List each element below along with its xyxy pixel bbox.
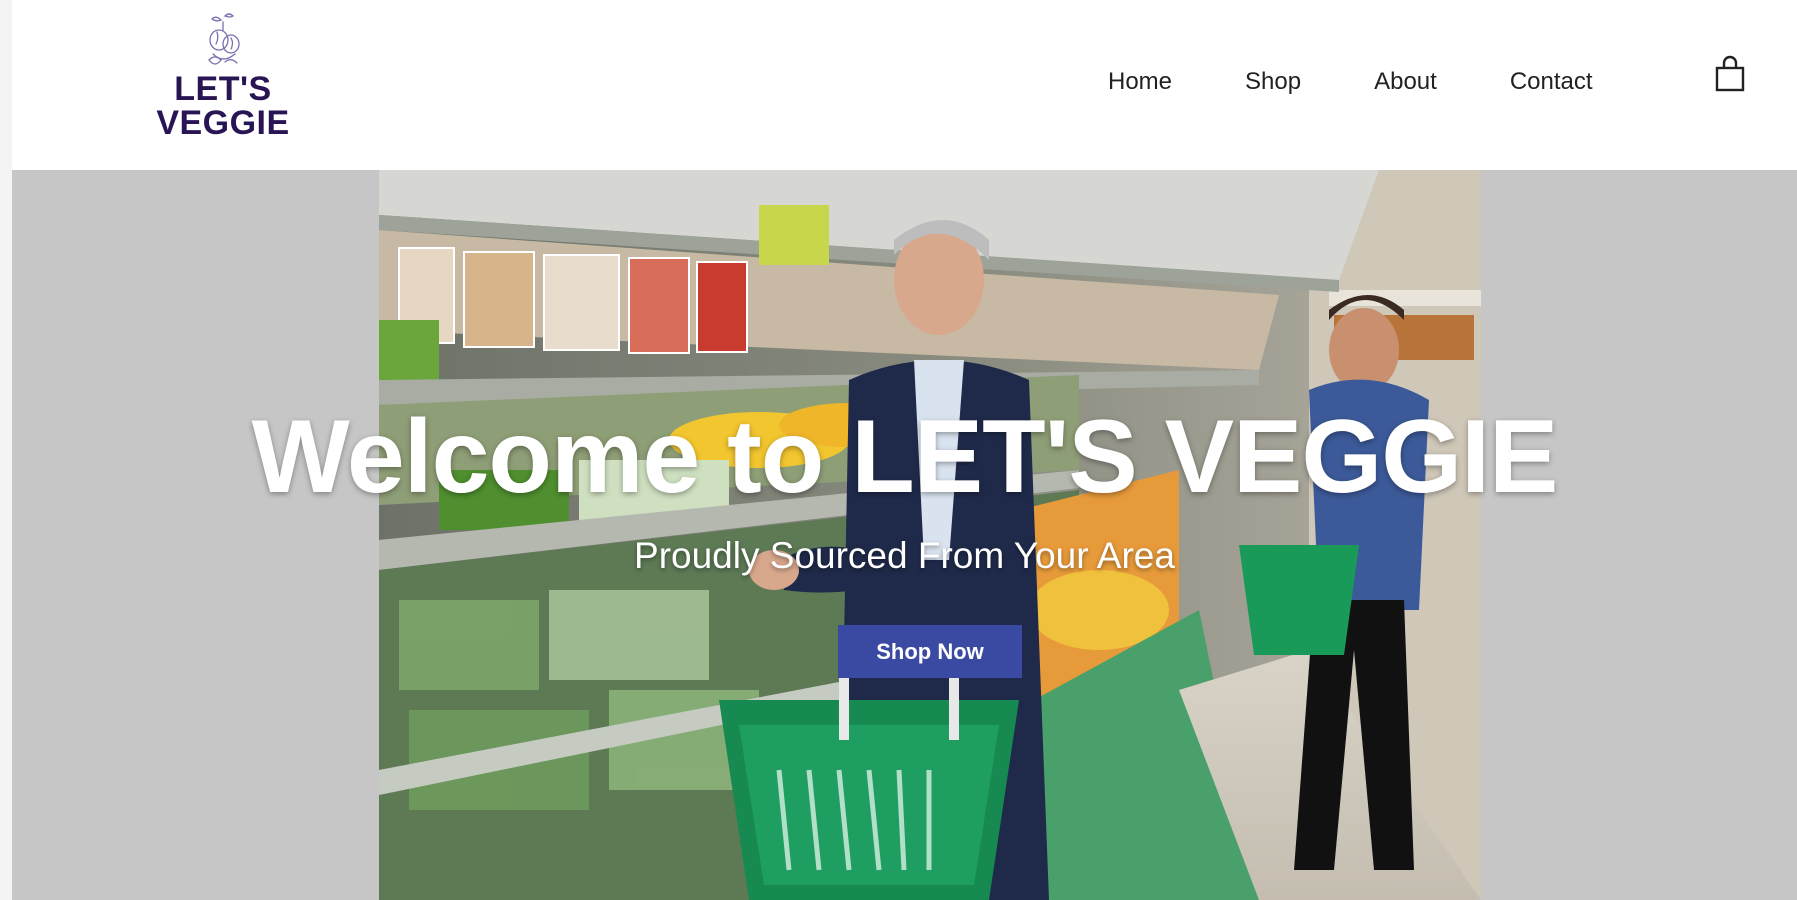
nav-shop[interactable]: Shop bbox=[1245, 68, 1301, 96]
page: LET'S VEGGIE Home Shop About Contact Wel… bbox=[0, 0, 1797, 900]
brand-name-line2: VEGGIE bbox=[156, 104, 290, 142]
window-edge bbox=[0, 0, 12, 900]
hero-subtitle: Proudly Sourced From Your Area bbox=[634, 535, 1175, 576]
brand-name-line1: LET'S bbox=[174, 70, 272, 108]
site-header: LET'S VEGGIE Home Shop About Contact bbox=[12, 0, 1797, 170]
main-nav: Home Shop About Contact bbox=[1108, 62, 1593, 102]
shopping-bag-icon[interactable] bbox=[1712, 54, 1748, 94]
nav-contact[interactable]: Contact bbox=[1510, 68, 1593, 96]
site-logo[interactable]: LET'S VEGGIE bbox=[134, 10, 312, 160]
vegetable-sketch-icon bbox=[208, 13, 240, 65]
hero-banner: Welcome to LET'S VEGGIE Proudly Sourced … bbox=[12, 170, 1797, 900]
hero-title: Welcome to LET'S VEGGIE bbox=[251, 399, 1559, 515]
shop-now-button[interactable]: Shop Now bbox=[838, 625, 1022, 678]
brand-name: LET'S VEGGIE bbox=[134, 72, 312, 140]
nav-about[interactable]: About bbox=[1374, 68, 1437, 96]
nav-home[interactable]: Home bbox=[1108, 68, 1172, 96]
